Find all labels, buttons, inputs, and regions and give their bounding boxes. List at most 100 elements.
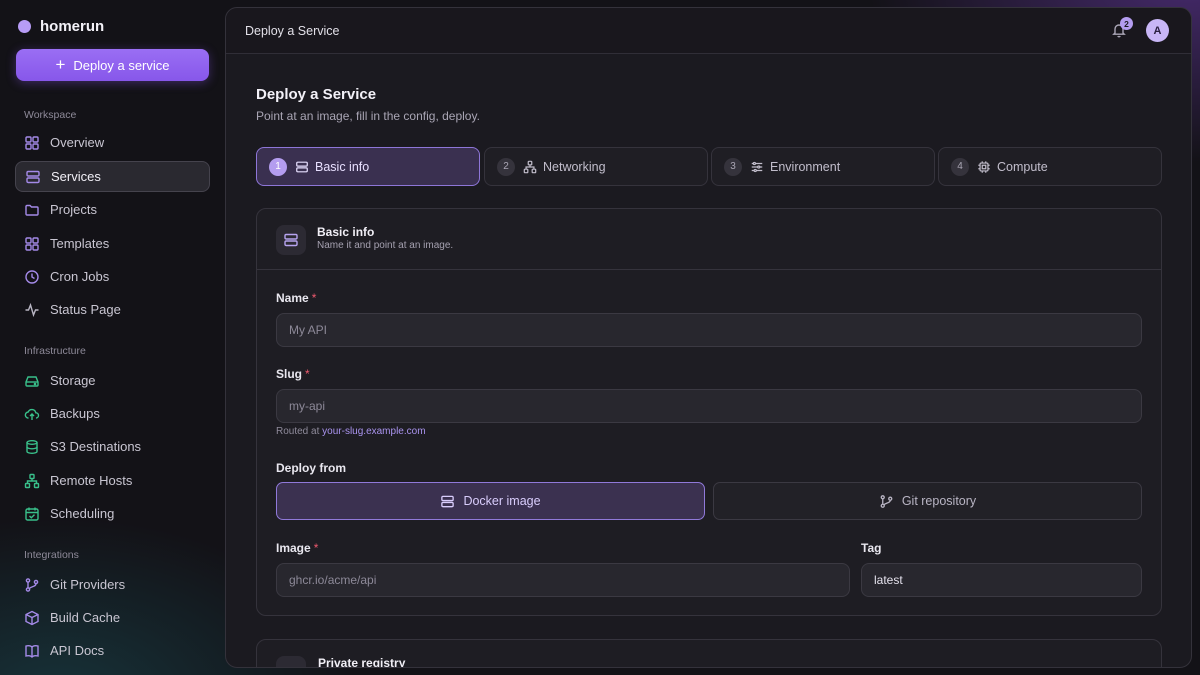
step-label: Networking — [543, 159, 606, 174]
step-number: 4 — [951, 157, 969, 176]
avatar[interactable]: A — [1146, 19, 1169, 42]
slug-hint: Routed at your-slug.example.com — [276, 426, 426, 437]
sidebar-item-scheduling[interactable]: Scheduling — [15, 498, 210, 529]
clock-icon — [25, 269, 39, 284]
image-label: Image * — [276, 541, 319, 555]
templates-icon — [25, 236, 39, 251]
topbar: Deploy a Service — [226, 8, 1191, 54]
slug-hint-link[interactable]: your-slug.example.com — [322, 426, 425, 437]
lock-icon — [276, 656, 306, 667]
cpu-icon — [978, 160, 990, 173]
grid-icon — [25, 135, 39, 150]
image-input[interactable] — [276, 563, 850, 597]
box-icon — [25, 610, 39, 625]
sidebar-item-label: Storage — [50, 373, 96, 388]
sliders-icon — [751, 161, 763, 172]
tag-label: Tag — [861, 541, 882, 555]
sidebar-item-templates[interactable]: Templates — [15, 228, 210, 259]
required-marker: * — [305, 367, 310, 381]
page-subtitle: Point at an image, fill in the config, d… — [256, 109, 480, 123]
server-icon — [441, 495, 455, 507]
required-marker: * — [311, 291, 317, 305]
step-basic-info[interactable]: 1 Basic info — [256, 147, 480, 186]
plus-icon: + — [55, 55, 66, 74]
basic-info-card: Basic info Name it and point at an image… — [256, 208, 1162, 616]
deploy-service-label: Deploy a service — [73, 57, 170, 73]
sidebar-item-label: Remote Hosts — [50, 473, 133, 488]
step-number: 3 — [724, 157, 742, 176]
sidebar-item-label: Templates — [50, 236, 110, 251]
deploy-service-button[interactable]: + Deploy a service — [16, 49, 209, 81]
sidebar-item-label: Cron Jobs — [50, 269, 110, 284]
step-number: 1 — [269, 157, 287, 176]
sidebar-item-overview[interactable]: Overview — [15, 127, 210, 158]
sidebar-item-label: Git Providers — [50, 577, 126, 592]
card-description: Name it and point at an image. — [317, 240, 454, 251]
name-input[interactable] — [276, 313, 1142, 347]
activity-icon — [25, 302, 39, 317]
hard-drive-icon — [25, 375, 39, 387]
sidebar-item-label: Scheduling — [50, 506, 115, 521]
server-icon — [276, 225, 306, 255]
card-title: Basic info — [317, 225, 375, 239]
section-label-integrations: Integrations — [24, 549, 79, 561]
server-icon — [296, 161, 308, 172]
tag-input[interactable] — [861, 563, 1142, 597]
sidebar-item-backups[interactable]: Backups — [15, 398, 210, 429]
step-environment[interactable]: 3 Environment — [711, 147, 935, 186]
section-label-infrastructure: Infrastructure — [24, 345, 86, 357]
sidebar-item-projects[interactable]: Projects — [15, 194, 210, 225]
step-compute[interactable]: 4 Compute — [938, 147, 1162, 186]
sidebar-item-git-providers[interactable]: Git Providers — [15, 569, 210, 600]
sidebar-item-status-page[interactable]: Status Page — [15, 294, 210, 325]
name-label: Name * — [276, 291, 317, 305]
notification-count-badge: 2 — [1120, 17, 1133, 30]
sidebar-item-remote-hosts[interactable]: Remote Hosts — [15, 465, 210, 496]
step-label: Compute — [997, 159, 1048, 174]
network-icon — [523, 160, 537, 173]
brand-name: homerun — [40, 18, 105, 35]
card-title: Private registry — [318, 656, 406, 668]
sidebar-item-s3-destinations[interactable]: S3 Destinations — [15, 431, 210, 462]
slug-input[interactable] — [276, 389, 1142, 423]
server-icon — [26, 170, 40, 183]
main-panel: Deploy a Service 2 A Deploy a Service Po… — [225, 7, 1192, 668]
sidebar-item-label: Backups — [50, 406, 100, 421]
sidebar-item-label: Projects — [50, 202, 97, 217]
sidebar-item-label: API Docs — [50, 643, 105, 658]
deploy-from-label: Deploy from — [276, 461, 347, 475]
private-registry-card[interactable]: Private registry — [256, 639, 1162, 668]
step-label: Basic info — [315, 159, 370, 174]
deploy-from-git-repository[interactable]: Git repository — [713, 482, 1142, 520]
required-marker: * — [313, 541, 319, 555]
sidebar-item-label: Status Page — [50, 302, 121, 317]
network-icon — [24, 473, 40, 488]
slug-label: Slug * — [276, 367, 310, 381]
git-branch-icon — [25, 577, 39, 592]
sidebar-item-label: Build Cache — [50, 610, 121, 625]
cloud-upload-icon — [24, 408, 40, 420]
database-icon — [26, 439, 38, 454]
brand-logo-icon — [18, 20, 31, 33]
step-networking[interactable]: 2 Networking — [484, 147, 708, 186]
card-header: Basic info Name it and point at an image… — [257, 209, 1161, 270]
page-title: Deploy a Service — [256, 86, 377, 103]
sidebar-item-storage[interactable]: Storage — [15, 365, 210, 396]
toggle-label: Docker image — [463, 494, 541, 508]
brand[interactable]: homerun — [18, 18, 104, 35]
sidebar-item-build-cache[interactable]: Build Cache — [15, 602, 210, 633]
section-label-workspace: Workspace — [24, 109, 77, 121]
deploy-from-docker-image[interactable]: Docker image — [276, 482, 705, 520]
sidebar-item-label: S3 Destinations — [50, 439, 142, 454]
sidebar-item-services[interactable]: Services — [15, 161, 210, 192]
toggle-label: Git repository — [901, 494, 977, 508]
git-branch-icon — [880, 494, 893, 508]
topbar-title: Deploy a Service — [245, 23, 340, 38]
sidebar-item-cron-jobs[interactable]: Cron Jobs — [15, 261, 210, 292]
sidebar: homerun + Deploy a service Workspace Ove… — [0, 0, 226, 675]
sidebar-item-label: Services — [51, 169, 101, 184]
step-label: Environment — [770, 159, 841, 174]
folder-icon — [25, 204, 39, 216]
sidebar-item-api-docs[interactable]: API Docs — [15, 635, 210, 666]
sidebar-item-label: Overview — [50, 135, 105, 150]
